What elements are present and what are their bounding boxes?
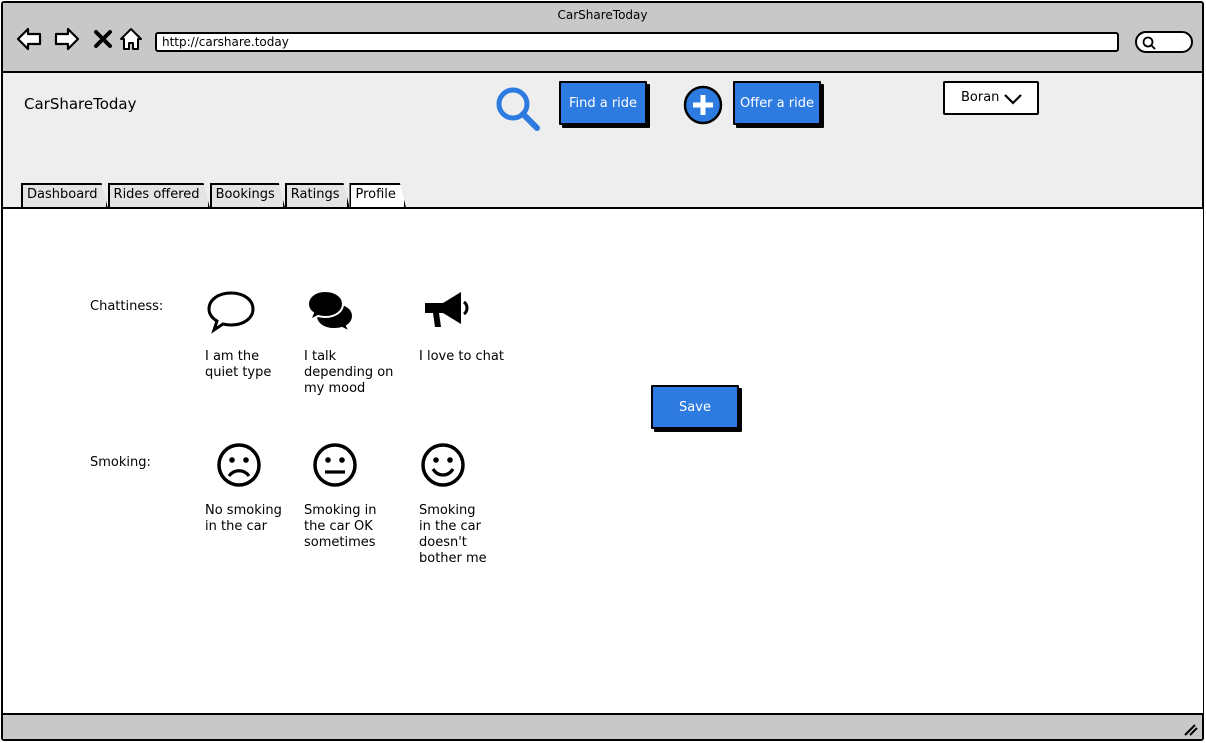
plus-circle-icon[interactable] (683, 85, 723, 125)
chattiness-option-love[interactable]: I love to chat (419, 285, 519, 365)
smoking-option-none[interactable]: No smoking in the car (205, 439, 313, 535)
tab-ratings[interactable]: Ratings (285, 183, 350, 207)
smoking-label: Smoking: (90, 455, 151, 470)
tab-rides-offered[interactable]: Rides offered (108, 183, 210, 207)
chevron-down-icon (1004, 94, 1022, 105)
resize-grip-icon[interactable] (1182, 722, 1198, 736)
option-caption: I love to chat (419, 349, 504, 364)
save-button[interactable]: Save (651, 385, 739, 429)
home-icon[interactable] (117, 25, 145, 53)
back-icon[interactable] (15, 25, 43, 53)
chattiness-option-mood[interactable]: I talk depending on my mood (304, 285, 404, 397)
magnifier-icon[interactable] (493, 84, 541, 132)
url-bar[interactable]: http://carshare.today (155, 32, 1119, 52)
user-menu-dropdown[interactable]: Boran (943, 81, 1039, 115)
option-caption: Smoking in the car OK sometimes (304, 503, 377, 550)
profile-content: Chattiness: I am the quiet type I talk d… (3, 207, 1203, 715)
browser-window: CarShareToday http://carshare.today CarS… (1, 1, 1204, 741)
smoking-option-sometimes[interactable]: Smoking in the car OK sometimes (304, 439, 409, 551)
window-title: CarShareToday (557, 8, 648, 22)
browser-statusbar (3, 715, 1202, 739)
option-caption: No smoking in the car (205, 503, 282, 534)
chat-bubbles-icon (306, 289, 355, 335)
smoking-option-ok[interactable]: Smoking in the car doesn't bother me (417, 439, 517, 567)
forward-icon[interactable] (53, 25, 81, 53)
app-header: CarShareToday Find a ride Offer a ride B… (3, 73, 1202, 207)
neutral-face-icon (313, 443, 357, 487)
tab-bookings[interactable]: Bookings (210, 183, 285, 207)
chattiness-label: Chattiness: (90, 299, 164, 314)
megaphone-icon (425, 292, 469, 327)
user-name: Boran (961, 90, 1000, 105)
option-caption: I talk depending on my mood (304, 349, 394, 396)
tab-profile[interactable]: Profile (349, 183, 405, 207)
browser-search-field[interactable] (1135, 31, 1193, 53)
option-caption: I am the quiet type (205, 349, 272, 380)
sad-face-icon (217, 443, 261, 487)
speech-bubble-icon (207, 291, 255, 334)
browser-titlebar: CarShareToday http://carshare.today (3, 3, 1202, 73)
brand-logo[interactable]: CarShareToday (24, 95, 137, 113)
offer-ride-button[interactable]: Offer a ride (733, 81, 821, 125)
tab-dashboard[interactable]: Dashboard (21, 183, 108, 207)
find-ride-button[interactable]: Find a ride (559, 81, 647, 125)
chattiness-option-quiet[interactable]: I am the quiet type (205, 285, 305, 381)
option-caption: Smoking in the car doesn't bother me (419, 503, 487, 566)
search-icon (1142, 36, 1156, 50)
stop-icon[interactable] (89, 25, 117, 53)
happy-face-icon (421, 443, 465, 487)
tab-bar: Dashboard Rides offered Bookings Ratings… (21, 183, 406, 207)
